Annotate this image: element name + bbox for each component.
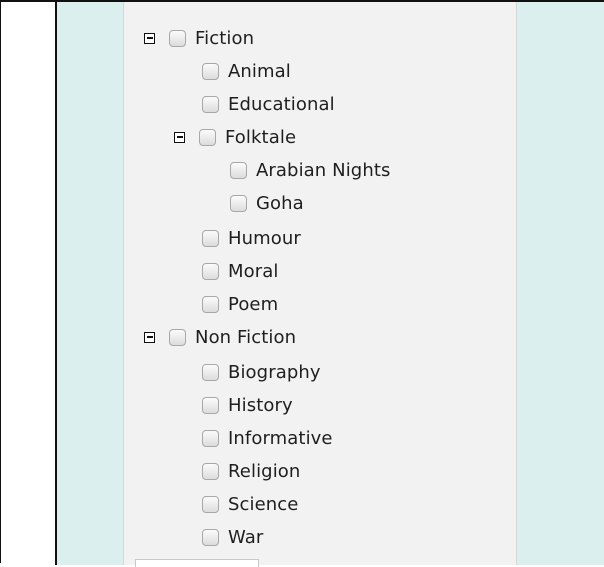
tree-node-informative[interactable]: Informative — [202, 422, 333, 455]
collapse-square-icon[interactable] — [144, 332, 155, 343]
tree-node-goha[interactable]: Goha — [230, 187, 304, 220]
tree-node-fiction[interactable]: Fiction — [144, 22, 254, 55]
category-tree-panel — [123, 2, 517, 565]
tree-node-non-fiction[interactable]: Non Fiction — [144, 321, 296, 354]
checkbox-animal[interactable] — [202, 63, 219, 80]
tree-node-poem[interactable]: Poem — [202, 288, 278, 321]
checkbox-moral[interactable] — [202, 263, 219, 280]
checkbox-non-fiction[interactable] — [169, 329, 186, 346]
tree-label-war: War — [228, 527, 264, 548]
tree-node-folktale[interactable]: Folktale — [174, 121, 296, 154]
tree-node-war[interactable]: War — [202, 521, 263, 554]
left-side-panel — [57, 2, 123, 565]
checkbox-fiction[interactable] — [169, 30, 186, 47]
tree-label-arabian-nights: Arabian Nights — [256, 160, 391, 181]
page-frame: Fiction Animal Educational Folktale Arab… — [0, 0, 604, 567]
left-gutter — [1, 2, 57, 565]
checkbox-religion[interactable] — [202, 463, 219, 480]
tree-label-history: History — [228, 395, 293, 416]
tree-label-science: Science — [228, 494, 299, 515]
collapse-square-icon[interactable] — [174, 132, 185, 143]
tree-label-folktale: Folktale — [225, 127, 297, 148]
checkbox-educational[interactable] — [202, 96, 219, 113]
tree-label-educational: Educational — [228, 94, 335, 115]
tree-label-religion: Religion — [228, 461, 301, 482]
checkbox-history[interactable] — [202, 397, 219, 414]
tree-label-humour: Humour — [228, 228, 301, 249]
tree-node-arabian-nights[interactable]: Arabian Nights — [230, 154, 390, 187]
checkbox-biography[interactable] — [202, 364, 219, 381]
tree-label-animal: Animal — [228, 61, 291, 82]
tree-node-religion[interactable]: Religion — [202, 455, 300, 488]
cut-off-control-below[interactable] — [135, 559, 259, 567]
checkbox-goha[interactable] — [230, 195, 247, 212]
tree-label-poem: Poem — [228, 294, 279, 315]
tree-node-history[interactable]: History — [202, 389, 293, 422]
checkbox-science[interactable] — [202, 496, 219, 513]
tree-node-biography[interactable]: Biography — [202, 356, 321, 389]
checkbox-informative[interactable] — [202, 430, 219, 447]
right-side-panel — [517, 2, 604, 565]
tree-label-goha: Goha — [256, 193, 304, 214]
checkbox-poem[interactable] — [202, 296, 219, 313]
tree-node-moral[interactable]: Moral — [202, 255, 278, 288]
tree-label-biography: Biography — [228, 362, 321, 383]
tree-label-non-fiction: Non Fiction — [195, 327, 297, 348]
tree-label-informative: Informative — [228, 428, 333, 449]
tree-label-moral: Moral — [228, 261, 279, 282]
tree-node-science[interactable]: Science — [202, 488, 298, 521]
collapse-square-icon[interactable] — [144, 33, 155, 44]
checkbox-humour[interactable] — [202, 230, 219, 247]
tree-node-educational[interactable]: Educational — [202, 88, 335, 121]
checkbox-folktale[interactable] — [199, 129, 216, 146]
tree-label-fiction: Fiction — [195, 28, 255, 49]
checkbox-arabian-nights[interactable] — [230, 162, 247, 179]
tree-node-humour[interactable]: Humour — [202, 222, 301, 255]
tree-node-animal[interactable]: Animal — [202, 55, 291, 88]
checkbox-war[interactable] — [202, 529, 219, 546]
